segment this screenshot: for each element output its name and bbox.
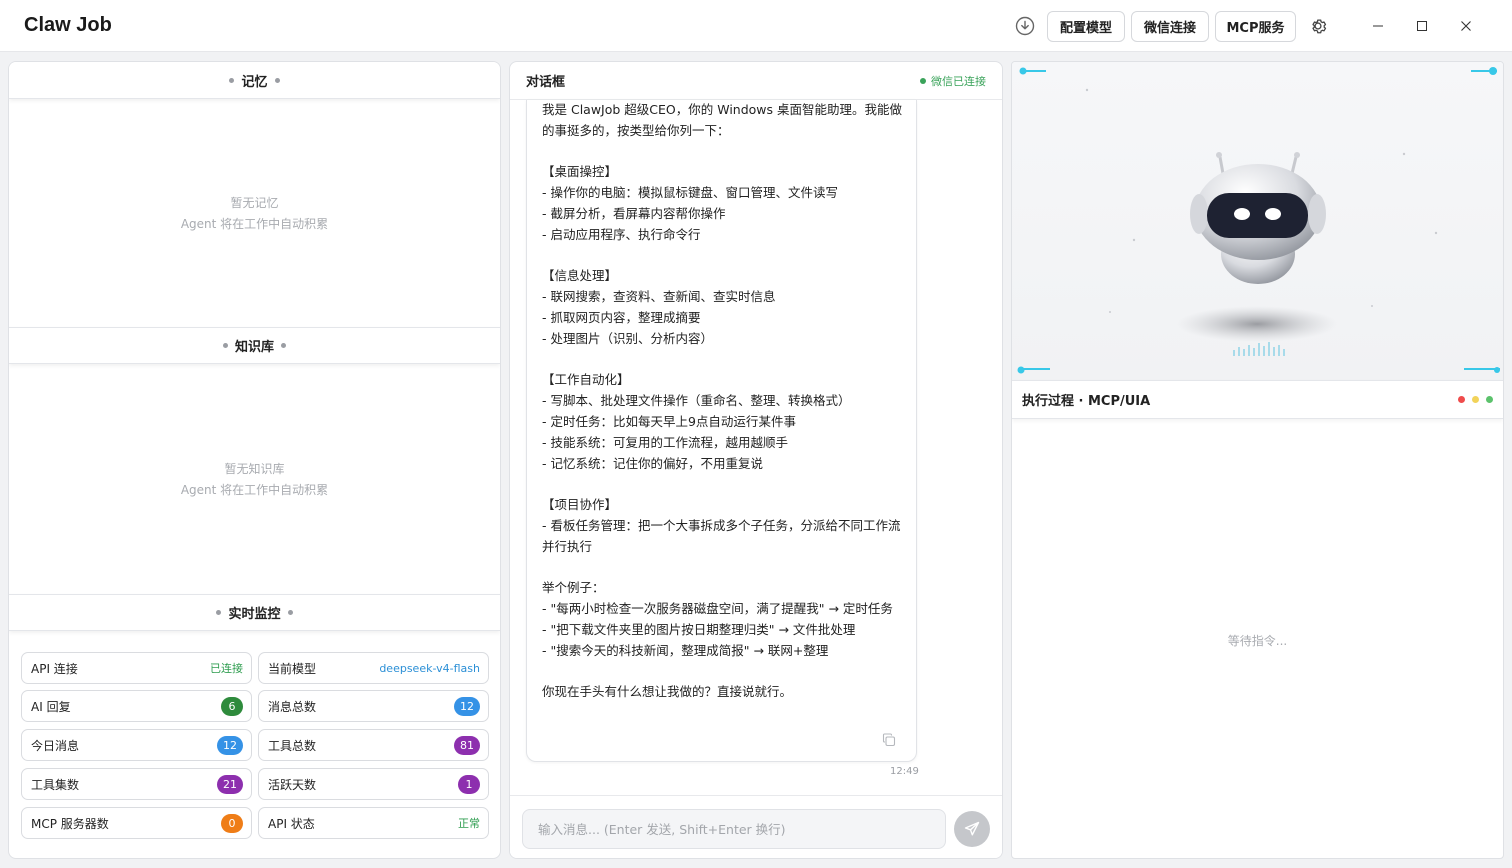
copy-icon[interactable]: [882, 733, 898, 749]
chat-title: 对话框: [526, 75, 566, 90]
chat-input-area: [510, 795, 1002, 858]
robot-visualization: [1012, 62, 1503, 380]
stat-value: deepseek-v4-flash: [379, 661, 480, 675]
mcp-service-button[interactable]: MCP服务: [1215, 11, 1296, 42]
stat-card[interactable]: 活跃天数 1: [258, 768, 489, 800]
knowledge-empty: 暂无知识库 Agent 将在工作中自动积累: [9, 459, 500, 501]
stat-label: MCP 服务器数: [31, 816, 109, 831]
stat-label: 工具总数: [268, 738, 317, 753]
dot-icon: [222, 343, 228, 348]
app-title: Claw Job: [24, 14, 112, 36]
wechat-status: 微信已连接: [920, 73, 986, 89]
execution-panel: 执行过程 · MCP/UIA 等待指令...: [1011, 61, 1504, 859]
stat-card[interactable]: AI 回复 6: [21, 690, 252, 722]
stat-count-badge: 12: [217, 735, 243, 755]
stat-label: 当前模型: [268, 661, 317, 676]
stat-card[interactable]: MCP 服务器数 0: [21, 807, 252, 839]
stat-label: 工具集数: [31, 777, 80, 792]
message-time: 12:49: [890, 766, 919, 777]
stat-label: 消息总数: [268, 699, 317, 714]
status-dot-icon: [920, 77, 926, 84]
gear-icon[interactable]: [1306, 14, 1330, 38]
message-input[interactable]: [522, 809, 946, 849]
title-bar: Claw Job 配置模型 微信连接 MCP服务: [0, 0, 1512, 52]
red-light-icon: [1458, 396, 1465, 403]
stat-card[interactable]: API 状态 正常: [258, 807, 489, 839]
memory-empty-title: 暂无记忆: [230, 196, 279, 210]
wechat-connect-button[interactable]: 微信连接: [1131, 11, 1209, 42]
knowledge-empty-sub: Agent 将在工作中自动积累: [180, 483, 329, 497]
assistant-message-text: 我是 ClawJob 超级CEO，你的 Windows 桌面智能助理。我能做的事…: [542, 102, 903, 700]
stat-count-badge: 6: [221, 696, 243, 716]
memory-header: 记忆: [9, 62, 500, 99]
yellow-light-icon: [1472, 396, 1479, 403]
stat-count-badge: 1: [458, 774, 480, 794]
stat-label: API 状态: [268, 816, 315, 831]
dot-icon: [229, 77, 235, 83]
waiting-status: 等待指令...: [1227, 634, 1288, 648]
monitor-title: 实时监控: [228, 607, 281, 622]
stat-card[interactable]: 今日消息 12: [21, 729, 252, 761]
robot-avatar: [1017, 67, 1500, 374]
dot-icon: [216, 610, 222, 615]
stat-card[interactable]: 工具总数 81: [258, 729, 489, 761]
stat-value: 已连接: [210, 662, 243, 675]
stat-count-badge: 0: [221, 813, 243, 833]
stat-value: 正常: [458, 817, 480, 830]
stat-card[interactable]: 工具集数 21: [21, 768, 252, 800]
stat-card[interactable]: 消息总数 12: [258, 690, 489, 722]
monitor-header: 实时监控: [9, 594, 500, 631]
memory-title: 记忆: [241, 74, 268, 90]
memory-empty-sub: Agent 将在工作中自动积累: [180, 217, 329, 231]
green-light-icon: [1486, 396, 1493, 403]
close-button[interactable]: [1454, 14, 1478, 38]
dot-icon: [281, 343, 286, 348]
wechat-status-text: 微信已连接: [931, 74, 986, 88]
left-panel: 记忆 暂无记忆 Agent 将在工作中自动积累 知识库 暂无知识库 Agent …: [8, 61, 501, 859]
knowledge-title: 知识库: [234, 340, 274, 355]
send-button[interactable]: [954, 811, 990, 847]
minimize-button[interactable]: [1366, 14, 1390, 38]
chat-header: 对话框 微信已连接: [510, 62, 1002, 100]
stat-label: AI 回复: [31, 699, 71, 714]
chat-panel: 对话框 微信已连接 我是 ClawJob 超级CEO，你的 Windows 桌面…: [509, 61, 1003, 859]
stat-card[interactable]: 当前模型 deepseek-v4-flash: [258, 652, 489, 684]
dot-icon: [287, 610, 293, 615]
stat-label: API 连接: [31, 661, 78, 676]
execution-title: 执行过程 · MCP/UIA: [1022, 394, 1151, 409]
stat-count-badge: 21: [217, 774, 243, 794]
config-model-button[interactable]: 配置模型: [1047, 11, 1125, 42]
send-icon: [964, 821, 980, 836]
dot-icon: [274, 77, 280, 83]
maximize-button[interactable]: [1410, 14, 1434, 38]
traffic-lights: [1458, 396, 1493, 403]
stat-label: 活跃天数: [268, 777, 317, 792]
stat-card[interactable]: API 连接 已连接: [21, 652, 252, 684]
knowledge-empty-title: 暂无知识库: [224, 462, 285, 476]
assistant-message-bubble: 我是 ClawJob 超级CEO，你的 Windows 桌面智能助理。我能做的事…: [526, 100, 917, 762]
execution-header: 执行过程 · MCP/UIA: [1012, 380, 1503, 419]
stat-count-badge: 12: [454, 696, 480, 716]
download-circle-icon[interactable]: [1013, 14, 1037, 38]
stat-label: 今日消息: [31, 738, 80, 753]
memory-empty: 暂无记忆 Agent 将在工作中自动积累: [9, 193, 500, 235]
stat-count-badge: 81: [454, 735, 480, 755]
knowledge-header: 知识库: [9, 327, 500, 364]
